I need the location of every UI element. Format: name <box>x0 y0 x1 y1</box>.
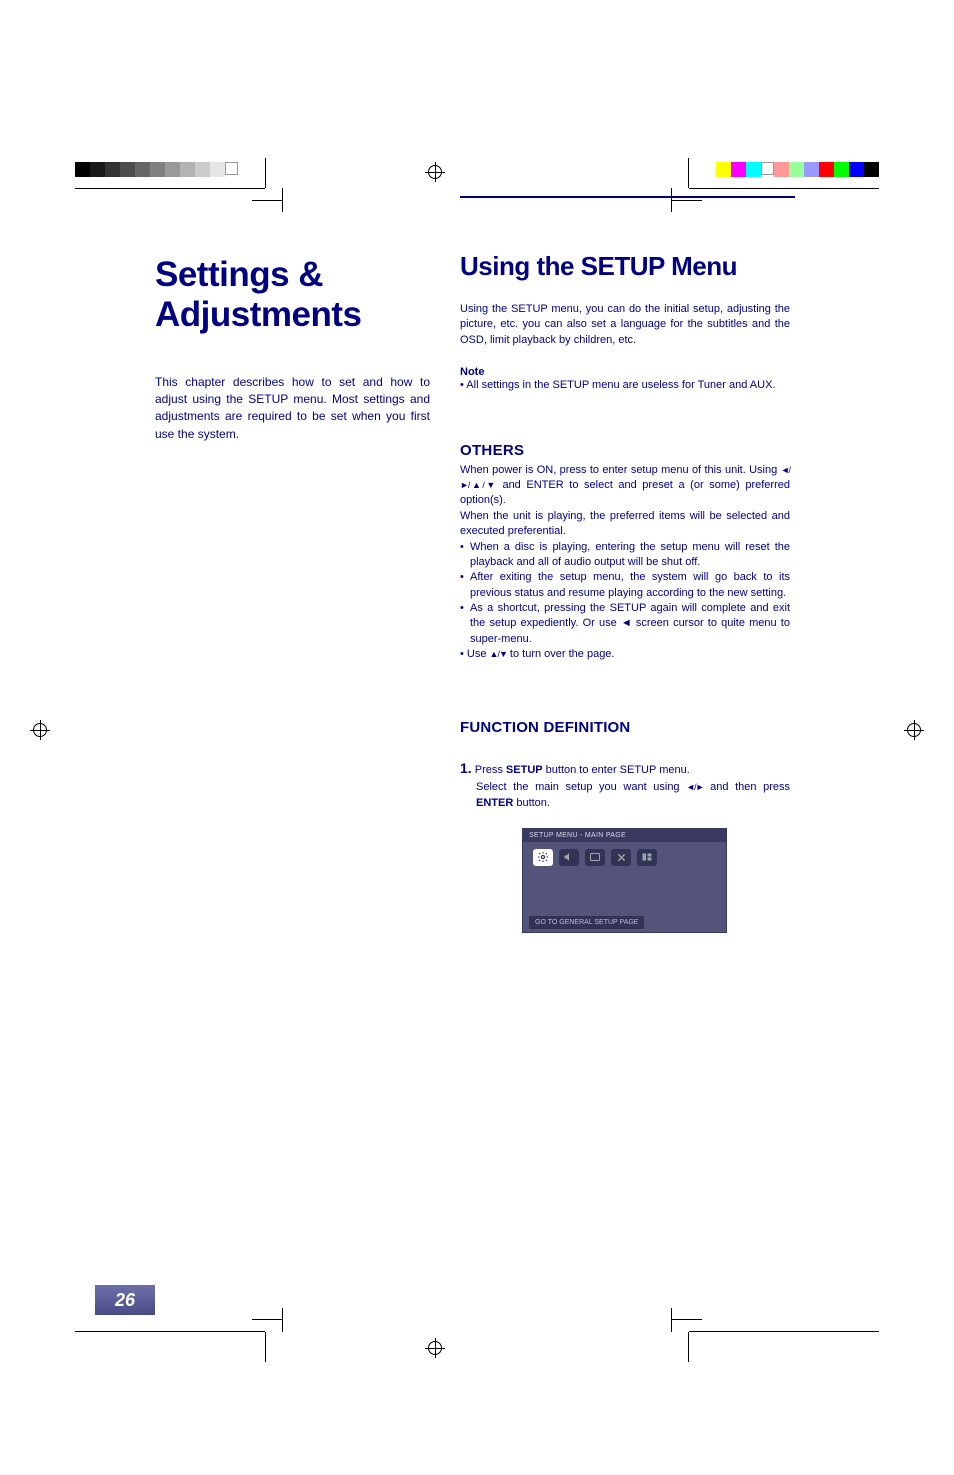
chapter-intro-text: This chapter describes how to set and ho… <box>155 374 430 444</box>
others-bullet-list: •When a disc is playing, entering the se… <box>460 540 790 648</box>
use-line-a: • Use <box>460 648 490 660</box>
chapter-title: Settings & Adjustments <box>155 255 510 336</box>
page-content: Settings & Adjustments This chapter desc… <box>95 200 859 1300</box>
chapter-title-line-2: Adjustments <box>155 295 361 334</box>
note-body: • All settings in the SETUP menu are use… <box>460 378 790 393</box>
right-column: Using the SETUP Menu Using the SETUP men… <box>460 200 815 933</box>
use-line-b: to turn over the page. <box>507 648 615 660</box>
step1-b: button to enter SETUP menu. <box>543 764 690 776</box>
function-definition-heading: FUNCTION DEFINITION <box>460 719 790 736</box>
registration-mark-icon <box>30 720 50 740</box>
step1-c1: Select the main setup you want using <box>476 781 686 793</box>
use-line: • Use ▲/▼ to turn over the page. <box>460 647 790 662</box>
preference-icon <box>637 849 657 866</box>
section-heading: Using the SETUP Menu <box>460 251 790 282</box>
list-item: •When a disc is playing, entering the se… <box>460 540 790 571</box>
left-column: Settings & Adjustments This chapter desc… <box>155 200 510 443</box>
osd-title: SETUP MENU - MAIN PAGE <box>523 829 726 842</box>
osd-footer: GO TO GENERAL SETUP PAGE <box>529 916 644 929</box>
step1-c2: and then press <box>704 781 791 793</box>
page-number-value: 26 <box>115 1290 135 1311</box>
section-body: Using the SETUP menu, you can do the ini… <box>460 302 790 348</box>
printer-marks-bottom <box>0 1320 954 1380</box>
step1-a: Press <box>472 764 506 776</box>
osd-screenshot: SETUP MENU - MAIN PAGE <box>522 828 727 933</box>
printer-marks-top <box>0 140 954 200</box>
page-number: 26 <box>95 1285 155 1315</box>
registration-mark-icon <box>904 720 924 740</box>
bullet-text: When a disc is playing, entering the set… <box>470 540 790 571</box>
enter-button-label: ENTER <box>476 797 513 809</box>
osd-body: GO TO GENERAL SETUP PAGE <box>523 842 726 932</box>
others-paragraph-1: When power is ON, press to enter setup m… <box>460 463 790 509</box>
others-p1a: When power is ON, press to enter setup m… <box>460 464 781 476</box>
step-1: 1. Press SETUP button to enter SETUP men… <box>460 758 790 812</box>
list-item: •As a shortcut, pressing the SETUP again… <box>460 601 790 647</box>
bullet-text: After exiting the setup menu, the system… <box>470 570 790 601</box>
speaker-setup-icon <box>559 849 579 866</box>
list-item: •After exiting the setup menu, the syste… <box>460 570 790 601</box>
step1-c3: button. <box>513 797 550 809</box>
video-setup-icon <box>611 849 631 866</box>
setup-button-label: SETUP <box>506 764 543 776</box>
up-down-arrows-icon: ▲/▼ <box>490 649 507 659</box>
registration-mark-icon <box>425 162 445 182</box>
others-heading: OTHERS <box>460 442 790 459</box>
others-paragraph-2: When the unit is playing, the preferred … <box>460 509 790 540</box>
step-number: 1. <box>460 760 472 776</box>
registration-mark-icon <box>425 1338 445 1358</box>
osd-icon-row <box>523 842 726 866</box>
others-p1b: and ENTER to select and preset a (or som… <box>460 479 790 506</box>
note-label: Note <box>460 366 790 378</box>
left-right-arrows-icon: ◄/► <box>686 782 703 792</box>
bullet-text: As a shortcut, pressing the SETUP again … <box>470 601 790 647</box>
general-setup-icon <box>533 849 553 866</box>
dolby-setup-icon <box>585 849 605 866</box>
chapter-title-line-1: Settings & <box>155 255 323 294</box>
section-rule <box>460 196 795 198</box>
